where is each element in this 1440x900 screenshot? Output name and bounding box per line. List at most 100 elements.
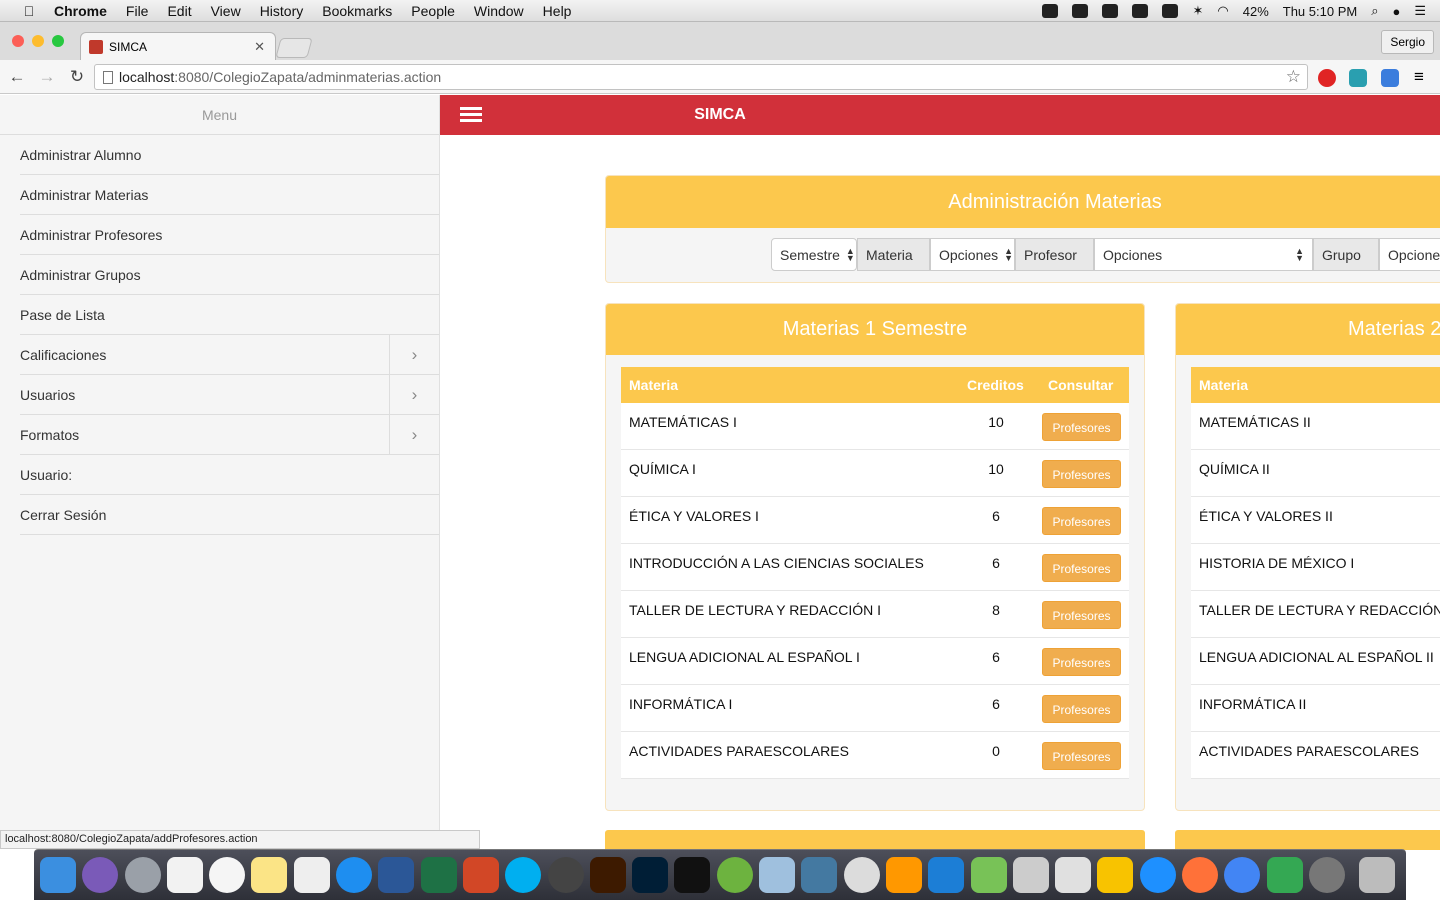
powerpoint-icon[interactable]: [462, 857, 499, 893]
bookmark-star-icon[interactable]: ☆: [1286, 67, 1301, 87]
menu-bookmarks[interactable]: Bookmarks: [322, 3, 392, 19]
terminal-icon[interactable]: [674, 857, 711, 893]
chrome-icon[interactable]: [1224, 857, 1261, 893]
browser-toolbar: ← → ↻ localhost:8080/ColegioZapata/admin…: [0, 60, 1440, 94]
firefox-icon[interactable]: [1182, 857, 1219, 893]
battery-percent[interactable]: 42%: [1243, 4, 1269, 19]
sequel-pro-icon[interactable]: [843, 857, 880, 893]
mysql-workbench-icon[interactable]: [801, 857, 838, 893]
sidebar-item-formatos[interactable]: Formatos ›: [20, 415, 439, 455]
calendar-icon[interactable]: [166, 857, 203, 893]
menu-people[interactable]: People: [411, 3, 455, 19]
zoom-window-icon[interactable]: [52, 35, 64, 47]
siri-dock-icon[interactable]: [82, 857, 119, 893]
xcode-icon[interactable]: [928, 857, 965, 893]
sidebar-item-administrar-grupos[interactable]: Administrar Grupos: [20, 255, 439, 295]
reload-icon[interactable]: ↻: [64, 67, 90, 87]
drive-icon[interactable]: [1102, 4, 1119, 18]
extension-icon[interactable]: [1349, 69, 1367, 87]
itunes-icon[interactable]: [209, 857, 246, 893]
spaces-icon[interactable]: [1132, 4, 1149, 18]
admin-title: Administración Materias: [606, 176, 1440, 228]
profesores-button[interactable]: Profesores: [1042, 601, 1121, 629]
browser-tab[interactable]: SIMCA ✕: [80, 32, 276, 60]
sidebar-item-usuarios[interactable]: Usuarios ›: [20, 375, 439, 415]
menu-history[interactable]: History: [260, 3, 304, 19]
display-icon[interactable]: [1072, 4, 1089, 18]
siri-icon[interactable]: ●: [1392, 4, 1400, 19]
illustrator-icon[interactable]: [589, 857, 626, 893]
sidebar-item-cerrar-sesion[interactable]: Cerrar Sesión: [20, 495, 439, 535]
materia-cell: ACTIVIDADES PARAESCOLARES: [629, 743, 849, 759]
close-window-icon[interactable]: [12, 35, 24, 47]
profile-button[interactable]: Sergio: [1381, 30, 1434, 54]
skype-icon[interactable]: [505, 857, 542, 893]
notification-center-icon[interactable]: ☰: [1414, 3, 1426, 19]
instruments-icon[interactable]: [547, 857, 584, 893]
airplay-icon[interactable]: [1162, 4, 1179, 18]
download-extension-icon[interactable]: [1381, 69, 1399, 87]
virtualbox-icon[interactable]: [759, 857, 796, 893]
netbeans-icon[interactable]: [1097, 857, 1134, 893]
utility-icon[interactable]: [1012, 857, 1049, 893]
apple-icon[interactable]: : [20, 3, 38, 19]
menu-edit[interactable]: Edit: [167, 3, 191, 19]
profesores-button[interactable]: Profesores: [1042, 507, 1121, 535]
google-drive-icon[interactable]: [1266, 857, 1303, 893]
forward-icon[interactable]: →: [34, 67, 60, 87]
clock[interactable]: Thu 5:10 PM: [1283, 4, 1357, 19]
profesor-select[interactable]: Opciones ▲ ▼: [1094, 238, 1313, 271]
excel-icon[interactable]: [420, 857, 457, 893]
sidebar-item-pase-de-lista[interactable]: Pase de Lista: [20, 295, 439, 335]
minimize-window-icon[interactable]: [32, 35, 44, 47]
close-tab-icon[interactable]: ✕: [254, 39, 265, 55]
profesores-button[interactable]: Profesores: [1042, 742, 1121, 770]
address-bar[interactable]: localhost:8080/ColegioZapata/adminmateri…: [94, 64, 1308, 90]
menu-window[interactable]: Window: [474, 3, 524, 19]
finder-icon[interactable]: [40, 857, 76, 893]
trash-icon[interactable]: [1359, 857, 1396, 893]
spring-tool-icon[interactable]: [716, 857, 753, 893]
notes-icon[interactable]: [251, 857, 288, 893]
materia-select[interactable]: Opciones ▲ ▼: [930, 238, 1015, 271]
new-tab-button[interactable]: [275, 38, 313, 58]
sidebar-item-administrar-materias[interactable]: Administrar Materias: [20, 175, 439, 215]
profesores-button[interactable]: Profesores: [1042, 413, 1121, 441]
grupo-select[interactable]: Opcione: [1379, 238, 1440, 271]
safari-icon[interactable]: [1139, 857, 1176, 893]
sidebar-item-administrar-profesores[interactable]: Administrar Profesores: [20, 215, 439, 255]
materias-semestre-2-panel: Materias 2 Materia MATEMÁTICAS II QUÍMIC…: [1175, 303, 1440, 811]
textedit-icon[interactable]: [293, 857, 330, 893]
photoshop-icon[interactable]: [632, 857, 669, 893]
profesores-button[interactable]: Profesores: [1042, 554, 1121, 582]
materia-cell: ÉTICA Y VALORES I: [629, 508, 759, 524]
sublime-text-icon[interactable]: [885, 857, 922, 893]
sidebar-item-administrar-alumno[interactable]: Administrar Alumno: [20, 135, 439, 175]
chevron-right-icon[interactable]: ›: [389, 415, 439, 454]
wifi-icon[interactable]: ◠: [1217, 3, 1228, 19]
menu-file[interactable]: File: [126, 3, 149, 19]
android-studio-icon[interactable]: [970, 857, 1007, 893]
profesores-button[interactable]: Profesores: [1042, 695, 1121, 723]
opera-extension-icon[interactable]: [1318, 69, 1336, 87]
preview-icon[interactable]: [1055, 857, 1092, 893]
spotlight-icon[interactable]: ⌕: [1371, 3, 1378, 19]
semestre-select[interactable]: Semestre ▲ ▼: [771, 238, 857, 271]
creative-cloud-icon[interactable]: [1042, 4, 1059, 18]
sidebar-item-calificaciones[interactable]: Calificaciones ›: [20, 335, 439, 375]
chevron-right-icon[interactable]: ›: [389, 335, 439, 374]
app-store-icon[interactable]: [336, 857, 373, 893]
system-preferences-icon[interactable]: [1308, 857, 1345, 893]
back-icon[interactable]: ←: [4, 67, 30, 87]
chevron-right-icon[interactable]: ›: [389, 375, 439, 414]
menu-app-name[interactable]: Chrome: [54, 3, 107, 19]
sidebar-item-label: Administrar Profesores: [20, 227, 163, 243]
launchpad-icon[interactable]: [124, 857, 161, 893]
profesores-button[interactable]: Profesores: [1042, 460, 1121, 488]
menu-help[interactable]: Help: [543, 3, 572, 19]
menu-view[interactable]: View: [211, 3, 241, 19]
chrome-menu-icon[interactable]: ≡: [1414, 67, 1424, 87]
word-icon[interactable]: [378, 857, 415, 893]
bluetooth-icon[interactable]: ✶: [1192, 3, 1203, 19]
profesores-button[interactable]: Profesores: [1042, 648, 1121, 676]
